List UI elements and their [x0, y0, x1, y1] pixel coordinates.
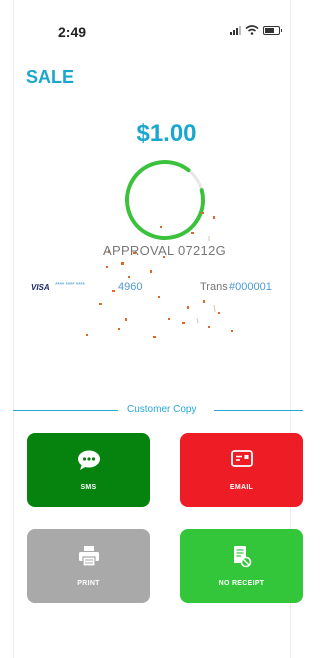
visa-logo: VISA [31, 283, 50, 292]
card-info-row: VISA **** **** **** 4960 Trans #000001 [31, 281, 303, 295]
email-button-label: EMAIL [229, 484, 254, 491]
sms-button[interactable]: SMS [27, 433, 150, 507]
divider-right [214, 410, 303, 411]
no-receipt-icon [233, 546, 251, 568]
no-receipt-button-label: NO RECEIPT [218, 580, 265, 587]
print-button[interactable]: PRINT [27, 529, 150, 603]
email-card-icon [230, 450, 253, 467]
screen: 2:49 SALE $1.00 APPROVAL 07212G VISA ***… [0, 0, 303, 658]
divider-left [13, 410, 118, 411]
trans-number: #000001 [229, 281, 272, 293]
approval-code: APPROVAL 07212G [103, 243, 227, 258]
card-masked-digits: **** **** **** [55, 282, 85, 289]
print-button-label: PRINT [77, 580, 100, 587]
email-button[interactable]: EMAIL [180, 433, 303, 507]
printer-icon [78, 546, 99, 567]
trans-label: Trans [200, 281, 228, 293]
customer-copy-label: Customer Copy [127, 404, 197, 415]
no-receipt-button[interactable]: NO RECEIPT [180, 529, 303, 603]
card-last4: 4960 [118, 281, 143, 293]
sms-button-label: SMS [80, 484, 97, 491]
chat-bubble-icon [77, 450, 100, 470]
